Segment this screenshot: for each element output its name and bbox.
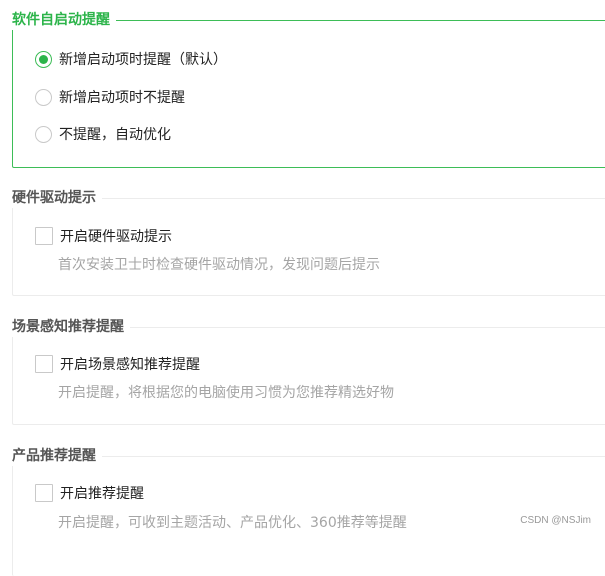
checkbox-icon[interactable] (35, 484, 53, 502)
checkbox-label: 开启推荐提醒 (60, 486, 144, 502)
watermark: CSDN @NSJim (520, 515, 591, 526)
hardware-driver-title: 硬件驱动提示 (6, 188, 102, 208)
radio-label: 不提醒，自动优化 (59, 127, 171, 143)
hardware-driver-checkbox[interactable]: 开启硬件驱动提示 (35, 226, 172, 246)
checkbox-icon[interactable] (35, 355, 53, 373)
radio-no-remind[interactable]: 新增启动项时不提醒 (35, 87, 185, 107)
checkbox-label: 开启硬件驱动提示 (60, 229, 172, 245)
radio-remind-default[interactable]: 新增启动项时提醒（默认） (35, 49, 227, 69)
checkbox-label: 开启场景感知推荐提醒 (60, 357, 200, 373)
product-recommend-description: 开启提醒，可收到主题活动、产品优化、360推荐等提醒 (58, 515, 407, 531)
product-recommend-checkbox[interactable]: 开启推荐提醒 (35, 483, 144, 503)
radio-label: 新增启动项时提醒（默认） (59, 52, 227, 68)
product-recommend-group: 产品推荐提醒 开启推荐提醒 开启提醒，可收到主题活动、产品优化、360推荐等提醒 (6, 446, 605, 576)
product-recommend-title: 产品推荐提醒 (6, 446, 102, 466)
radio-auto-optimize[interactable]: 不提醒，自动优化 (35, 124, 171, 144)
startup-reminder-title: 软件自启动提醒 (6, 10, 116, 30)
hardware-driver-description: 首次安装卫士时检查硬件驱动情况，发现问题后提示 (58, 257, 380, 273)
startup-reminder-group: 软件自启动提醒 新增启动项时提醒（默认） 新增启动项时不提醒 不提醒，自动优化 (6, 10, 605, 168)
scene-recommend-group: 场景感知推荐提醒 开启场景感知推荐提醒 开启提醒，将根据您的电脑使用习惯为您推荐… (6, 317, 605, 425)
scene-recommend-title: 场景感知推荐提醒 (6, 317, 130, 337)
radio-unchecked-icon[interactable] (35, 88, 52, 106)
checkbox-icon[interactable] (35, 227, 53, 245)
hardware-driver-group: 硬件驱动提示 开启硬件驱动提示 首次安装卫士时检查硬件驱动情况，发现问题后提示 (6, 188, 605, 296)
scene-recommend-checkbox[interactable]: 开启场景感知推荐提醒 (35, 354, 200, 374)
radio-label: 新增启动项时不提醒 (59, 90, 185, 106)
radio-checked-icon[interactable] (35, 50, 52, 68)
scene-recommend-description: 开启提醒，将根据您的电脑使用习惯为您推荐精选好物 (58, 385, 394, 401)
radio-unchecked-icon[interactable] (35, 125, 52, 143)
